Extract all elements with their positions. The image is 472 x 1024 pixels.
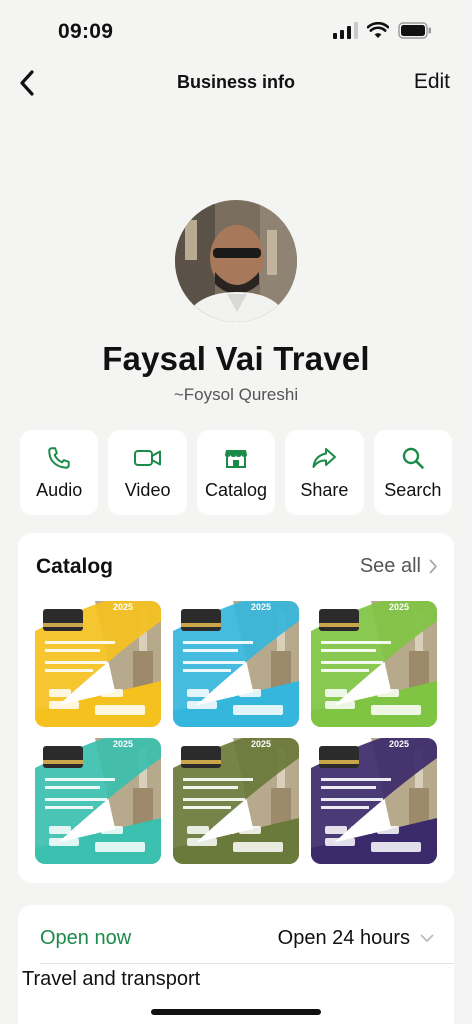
audio-label: Audio: [36, 480, 83, 500]
catalog-item[interactable]: 2025: [35, 738, 161, 864]
divider: [40, 963, 454, 964]
status-time: 09:09: [58, 20, 114, 43]
chevron-left-icon: [20, 70, 34, 96]
catalog-item-year: 2025: [113, 602, 133, 612]
search-button[interactable]: Search: [373, 430, 453, 515]
storefront-icon: [225, 450, 248, 468]
see-all-link[interactable]: See all: [360, 555, 438, 578]
owner-name: ~Foysol Qureshi: [173, 385, 299, 404]
action-buttons: Audio Video Catalog Share Search: [20, 430, 453, 515]
wifi-icon: [367, 22, 389, 38]
catalog-item-year: 2025: [389, 739, 409, 749]
share-button[interactable]: Share: [285, 430, 364, 515]
video-label: Video: [124, 480, 171, 500]
avatar[interactable]: [175, 200, 297, 322]
business-hours-row[interactable]: Open now Open 24 hours: [40, 915, 434, 961]
see-all-label: See all: [359, 555, 421, 577]
edit-button[interactable]: Edit: [414, 70, 450, 94]
video-camera-icon: [133, 450, 161, 466]
catalog-item-year: 2025: [251, 602, 271, 612]
page-title: Business info: [176, 72, 296, 92]
audio-call-button[interactable]: Audio: [20, 430, 99, 515]
chevron-down-icon: [420, 934, 434, 942]
back-button[interactable]: [12, 66, 42, 100]
catalog-item[interactable]: 2025: [35, 601, 161, 727]
status-bar: 09:09: [0, 0, 472, 62]
catalog-item[interactable]: 2025: [173, 738, 299, 864]
open-status: Open now: [40, 926, 132, 949]
search-icon: [402, 447, 424, 469]
chevron-right-icon: [429, 559, 437, 574]
catalog-button[interactable]: Catalog: [196, 430, 276, 515]
business-category: Travel and transport: [22, 968, 201, 990]
video-call-button[interactable]: Video: [108, 430, 187, 515]
business-info-section: Open now Open 24 hours: [18, 905, 454, 1024]
catalog-item-year: 2025: [113, 739, 133, 749]
catalog-item[interactable]: 2025: [311, 601, 437, 727]
catalog-item[interactable]: 2025: [173, 601, 299, 727]
search-label: Search: [384, 480, 442, 500]
status-icons: [333, 22, 432, 39]
nav-bar: Business info Edit: [0, 62, 472, 104]
catalog-heading: Catalog: [36, 555, 114, 578]
hours-detail: Open 24 hours: [277, 926, 410, 949]
home-indicator: [151, 1009, 321, 1015]
catalog-label: Catalog: [204, 480, 268, 500]
phone-icon: [48, 447, 70, 469]
catalog-item-year: 2025: [251, 739, 271, 749]
share-arrow-icon: [312, 448, 337, 468]
cellular-signal-icon: [333, 22, 358, 39]
catalog-item[interactable]: 2025: [311, 738, 437, 864]
catalog-grid: 2025 2025 2025 2025 2025 2025: [35, 601, 437, 864]
catalog-section: Catalog See all 2025 2025 2025 2025 2025 2025: [18, 533, 454, 883]
share-label: Share: [300, 480, 349, 500]
catalog-item-year: 2025: [389, 602, 409, 612]
business-name: Faysal Vai Travel: [102, 340, 370, 377]
battery-icon: [398, 22, 431, 39]
